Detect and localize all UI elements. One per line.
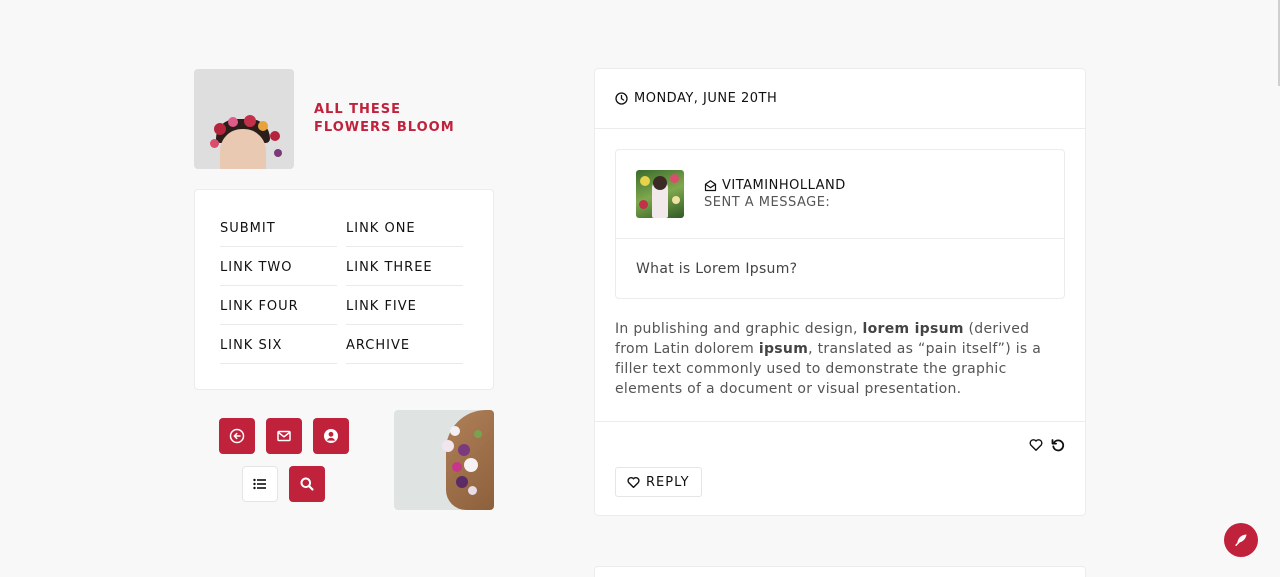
- ask-header: VITAMINHOLLAND SENT A MESSAGE:: [616, 150, 1064, 239]
- back-button[interactable]: [219, 418, 255, 454]
- reblog-icon[interactable]: [1051, 438, 1065, 452]
- sidebar: ALL THESE FLOWERS BLOOM SUBMIT LINK ONE …: [194, 69, 494, 530]
- user-circle-icon: [324, 429, 338, 443]
- nav-link-two[interactable]: LINK TWO: [220, 247, 337, 286]
- ask-box: VITAMINHOLLAND SENT A MESSAGE: What is L…: [615, 149, 1065, 299]
- nav-links: SUBMIT LINK ONE LINK TWO LINK THREE LINK…: [194, 189, 494, 390]
- nav-link-one[interactable]: LINK ONE: [346, 208, 463, 247]
- nav-link-four[interactable]: LINK FOUR: [220, 286, 337, 325]
- feather-icon: [1235, 534, 1247, 546]
- nav-link-six[interactable]: LINK SIX: [220, 325, 337, 364]
- nav-link-five[interactable]: LINK FIVE: [346, 286, 463, 325]
- blog-title[interactable]: ALL THESE FLOWERS BLOOM: [314, 101, 474, 137]
- heart-icon: [627, 476, 640, 488]
- sidebar-image: [394, 410, 494, 510]
- next-post-card: [594, 566, 1086, 577]
- ask-question: What is Lorem Ipsum?: [636, 260, 798, 277]
- post-date[interactable]: MONDAY, JUNE 20TH: [634, 91, 777, 106]
- post-date-bar: MONDAY, JUNE 20TH: [595, 69, 1085, 129]
- asker-avatar[interactable]: [636, 170, 684, 218]
- ask-sent-label: SENT A MESSAGE:: [704, 195, 831, 210]
- theme-credit-button[interactable]: [1224, 523, 1258, 557]
- icon-button-group: [219, 418, 349, 502]
- post-card: MONDAY, JUNE 20TH VITAMINHOLLAND SENT A …: [594, 68, 1086, 516]
- clock-icon: [615, 92, 628, 105]
- message-button[interactable]: [266, 418, 302, 454]
- answer-text: In publishing and graphic design, lorem …: [595, 299, 1085, 422]
- list-icon: [253, 478, 266, 490]
- nav-link-archive[interactable]: ARCHIVE: [346, 325, 463, 364]
- nav-link-submit[interactable]: SUBMIT: [220, 208, 337, 247]
- like-heart-icon[interactable]: [1029, 438, 1043, 452]
- back-arrow-circle-icon: [229, 428, 245, 444]
- search-icon: [300, 477, 314, 491]
- blog-avatar[interactable]: [194, 69, 294, 169]
- profile-button[interactable]: [313, 418, 349, 454]
- list-button[interactable]: [242, 466, 278, 502]
- blog-header: ALL THESE FLOWERS BLOOM: [194, 69, 494, 169]
- envelope-icon: [277, 430, 291, 442]
- post-actions: REPLY: [595, 422, 1085, 518]
- envelope-open-icon: [704, 180, 717, 192]
- search-button[interactable]: [289, 466, 325, 502]
- reply-label: REPLY: [646, 474, 690, 490]
- nav-link-three[interactable]: LINK THREE: [346, 247, 463, 286]
- asker-name[interactable]: VITAMINHOLLAND: [722, 178, 846, 193]
- reply-button[interactable]: REPLY: [615, 467, 702, 497]
